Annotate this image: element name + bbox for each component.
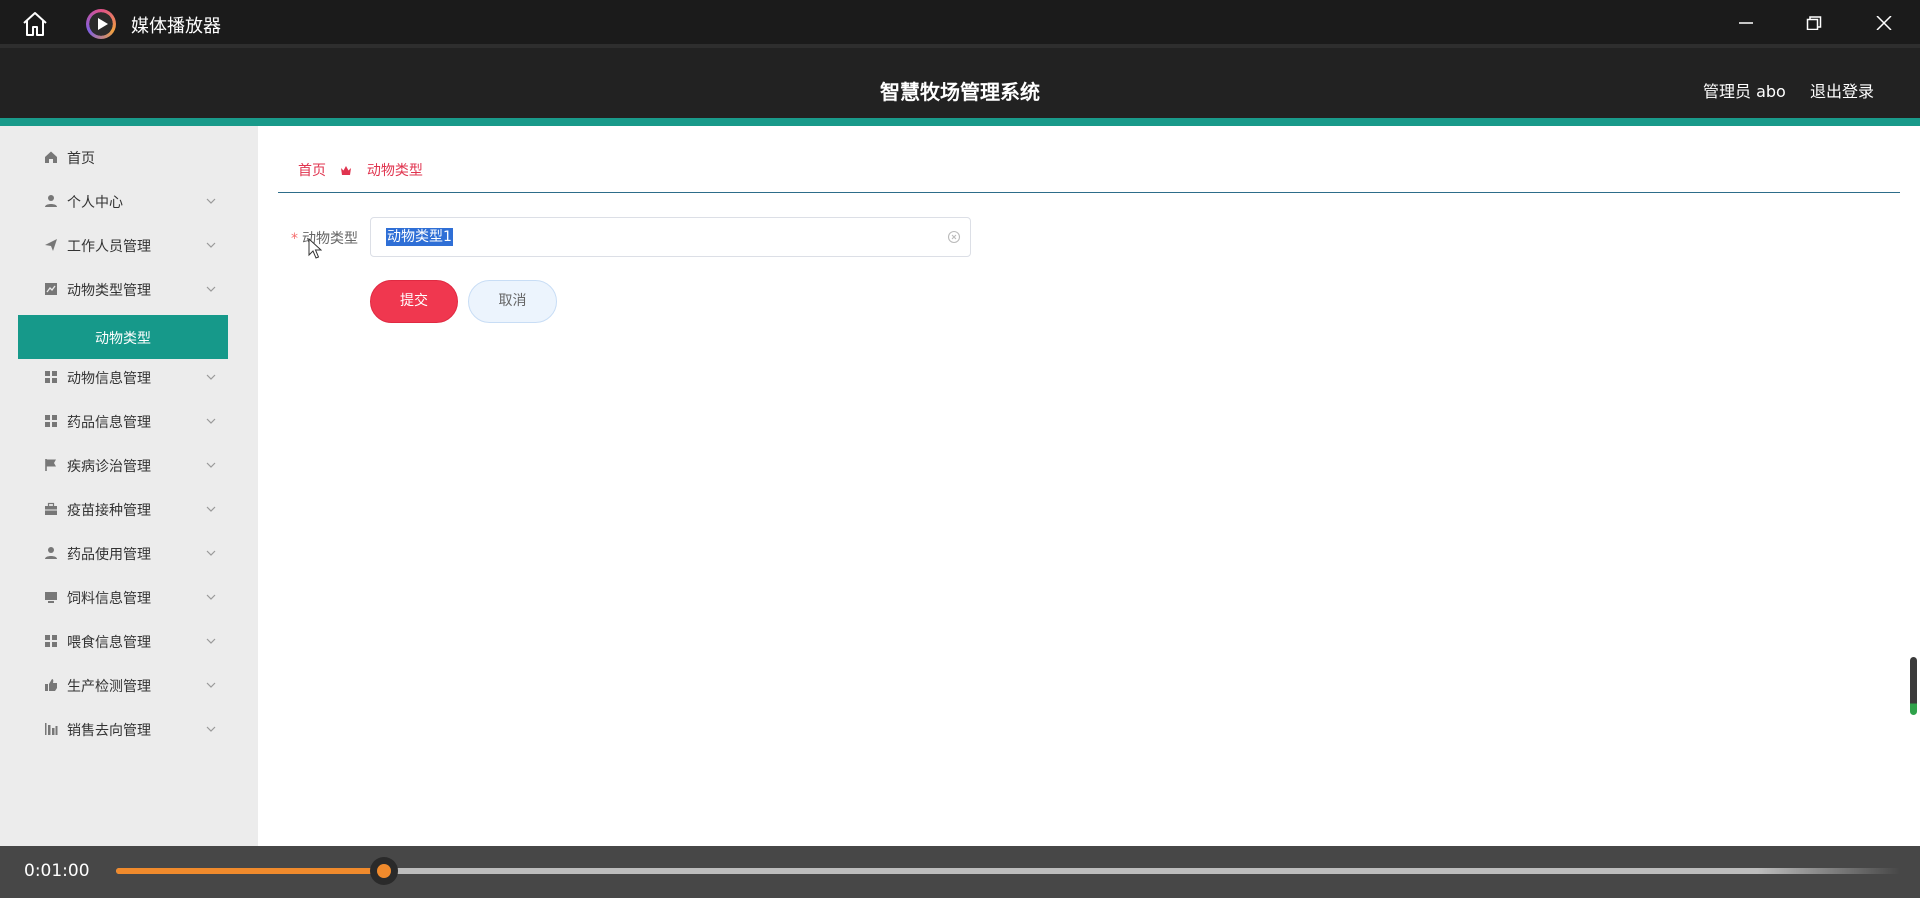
restore-icon [1806, 16, 1822, 30]
sidebar-subitem-animal-type[interactable]: 动物类型 [18, 315, 228, 359]
chevron-down-icon [206, 462, 216, 468]
sidebar-item-disease-treatment-management[interactable]: 疾病诊治管理 [18, 443, 228, 487]
animal-type-field-label: * 动物类型 [291, 228, 358, 248]
monitor-icon [45, 592, 57, 603]
sidebar-item-feeding-info-management[interactable]: 喂食信息管理 [18, 619, 228, 663]
sidebar-item-label: 饲料信息管理 [67, 591, 151, 607]
close-button[interactable] [1850, 0, 1918, 44]
clear-icon[interactable] [947, 230, 961, 244]
sidebar-item-label: 生产检测管理 [67, 679, 151, 695]
media-player-app-icon [86, 9, 116, 39]
restore-button[interactable] [1780, 0, 1848, 44]
home-icon[interactable] [20, 10, 50, 38]
sidebar-item-vaccination-management[interactable]: 疫苗接种管理 [18, 487, 228, 531]
sidebar-item-label: 喂食信息管理 [67, 635, 151, 651]
bar-chart-icon [45, 723, 58, 735]
thumbs-up-icon [45, 679, 57, 691]
animal-type-input-value: 动物类型1 [386, 228, 453, 246]
chevron-down-icon [206, 418, 216, 424]
current-time: 0:01:00 [24, 861, 90, 881]
briefcase-icon [45, 502, 57, 515]
chevron-down-icon [206, 594, 216, 600]
header-accent-bar [0, 118, 1920, 126]
chevron-down-icon [206, 374, 216, 380]
grid-icon [45, 415, 57, 427]
chevron-down-icon [206, 198, 216, 204]
sidebar-item-label: 动物信息管理 [67, 371, 151, 387]
chevron-down-icon [206, 726, 216, 732]
crown-separator-icon [341, 166, 352, 175]
sidebar: 首页 个人中心 工作人员管理 动物类型管理 动物类型 动物信息管理 药品信息管理… [0, 126, 258, 846]
sidebar-item-medicine-usage-management[interactable]: 药品使用管理 [18, 531, 228, 575]
sidebar-item-animal-info-management[interactable]: 动物信息管理 [18, 355, 228, 399]
breadcrumb-current: 动物类型 [366, 163, 423, 179]
scrollbar-thumb[interactable] [1910, 657, 1917, 715]
grid-icon [45, 371, 57, 383]
player-title: 媒体播放器 [131, 16, 221, 37]
sidebar-item-label: 个人中心 [67, 195, 123, 211]
minimize-button[interactable] [1712, 0, 1780, 44]
mouse-cursor-icon [308, 238, 322, 259]
sidebar-item-label: 动物类型 [95, 331, 151, 347]
submit-button[interactable]: 提交 [370, 280, 458, 323]
chart-icon [45, 283, 57, 295]
player-title-bar: 媒体播放器 [0, 0, 1920, 44]
sidebar-item-sales-destination-management[interactable]: 销售去向管理 [18, 707, 228, 751]
sidebar-item-feed-info-management[interactable]: 饲料信息管理 [18, 575, 228, 619]
system-header: 智慧牧场管理系统 管理员 abo 退出登录 [0, 44, 1920, 126]
send-icon [45, 239, 57, 251]
chevron-down-icon [206, 550, 216, 556]
breadcrumb-divider [278, 192, 1900, 193]
sidebar-item-label: 首页 [67, 151, 95, 167]
chevron-down-icon [206, 242, 216, 248]
minimize-icon [1739, 22, 1753, 24]
sidebar-item-label: 药品信息管理 [67, 415, 151, 431]
sidebar-item-personal-center[interactable]: 个人中心 [18, 179, 228, 223]
seek-progress-fill [116, 868, 384, 874]
chevron-down-icon [206, 638, 216, 644]
grid-icon [45, 635, 57, 647]
sidebar-item-label: 疫苗接种管理 [67, 503, 151, 519]
sidebar-item-production-inspection-management[interactable]: 生产检测管理 [18, 663, 228, 707]
sidebar-item-label: 药品使用管理 [67, 547, 151, 563]
sidebar-item-animal-type-management[interactable]: 动物类型管理 [18, 267, 228, 311]
user-icon [45, 547, 57, 559]
system-title: 智慧牧场管理系统 [880, 80, 1040, 104]
sidebar-item-label: 工作人员管理 [67, 239, 151, 255]
sidebar-item-home[interactable]: 首页 [18, 135, 228, 179]
cancel-button[interactable]: 取消 [468, 280, 557, 323]
seek-handle[interactable] [370, 857, 398, 885]
chevron-down-icon [206, 506, 216, 512]
sidebar-item-staff-management[interactable]: 工作人员管理 [18, 223, 228, 267]
player-controls: 0:01:00 [0, 846, 1920, 898]
sidebar-item-label: 疾病诊治管理 [67, 459, 151, 475]
user-icon [45, 195, 57, 207]
logout-link[interactable]: 退出登录 [1810, 78, 1874, 102]
sidebar-item-medicine-info-management[interactable]: 药品信息管理 [18, 399, 228, 443]
chevron-down-icon [206, 286, 216, 292]
breadcrumb-home-link[interactable]: 首页 [298, 163, 326, 179]
home-icon [45, 151, 57, 163]
animal-type-input[interactable]: 动物类型1 [370, 217, 971, 257]
close-icon [1876, 16, 1892, 30]
required-mark: * [291, 231, 298, 247]
chevron-down-icon [206, 682, 216, 688]
sidebar-item-label: 动物类型管理 [67, 283, 151, 299]
breadcrumb: 首页 动物类型 [298, 160, 423, 180]
sidebar-item-label: 销售去向管理 [67, 723, 151, 739]
admin-user-label: 管理员 abo [1703, 82, 1786, 101]
flag-icon [45, 459, 56, 471]
